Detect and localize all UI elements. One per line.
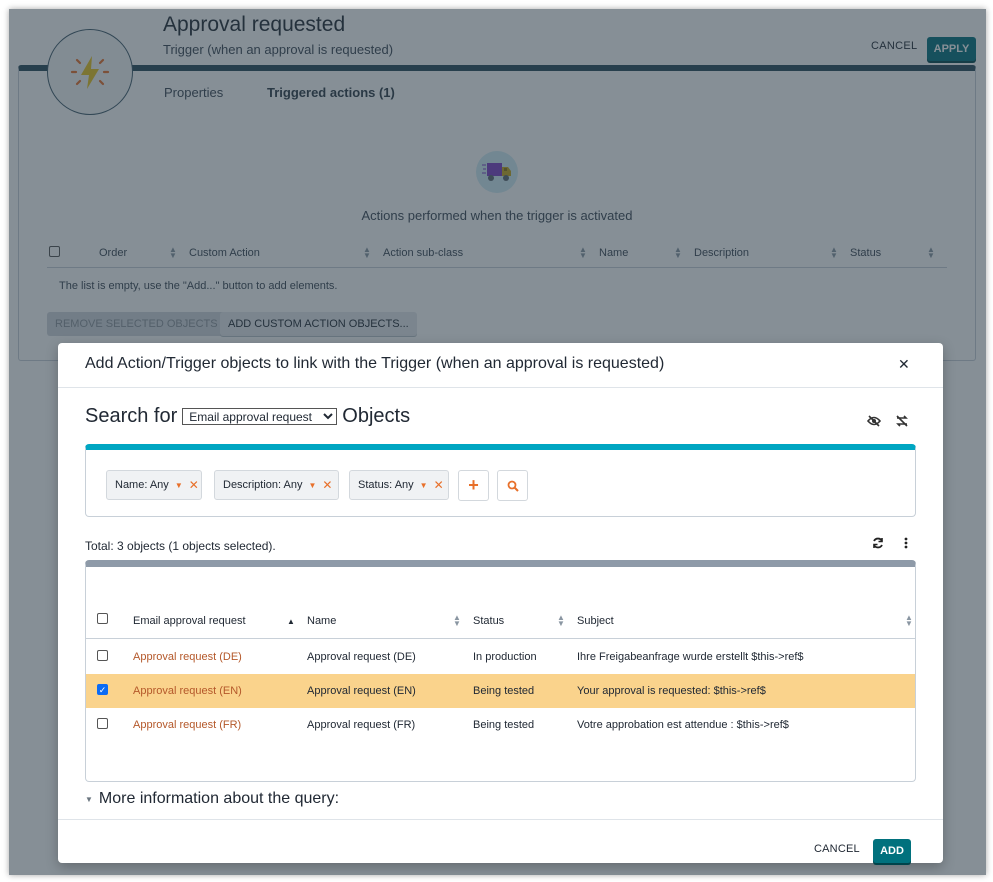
- select-all-checkbox[interactable]: [97, 613, 108, 624]
- caret-down-icon: ▼: [85, 794, 93, 804]
- divider: [58, 387, 943, 388]
- caret-down-icon[interactable]: ▼: [420, 481, 428, 490]
- cell-name: Approval request (DE): [307, 651, 416, 663]
- search-suffix: Objects: [342, 405, 411, 427]
- search-icon: [507, 480, 519, 492]
- row-checkbox[interactable]: ✓: [97, 684, 108, 695]
- dialog-title: Add Action/Trigger objects to link with …: [85, 355, 665, 372]
- criterion-description[interactable]: Description: Any ▼ ✕: [214, 470, 339, 500]
- sort-icon[interactable]: ▲▼: [453, 614, 461, 628]
- remove-criterion-icon[interactable]: ✕: [189, 478, 199, 492]
- cell-subject: Votre approbation est attendue : $this->…: [577, 719, 789, 731]
- add-criterion-button[interactable]: +: [458, 470, 489, 501]
- cell-status: Being tested: [473, 685, 535, 697]
- cell-subject: Your approval is requested: $this->ref$: [577, 685, 766, 697]
- search-heading: Search for Email approval request Object…: [85, 405, 410, 428]
- column-subject[interactable]: Subject: [577, 615, 614, 627]
- close-icon[interactable]: ✕: [898, 357, 910, 371]
- sort-icon[interactable]: ▲▼: [557, 614, 565, 628]
- app-window: Properties Triggered actions (1) Actions…: [9, 9, 986, 875]
- dialog-cancel-button[interactable]: CANCEL: [814, 843, 860, 855]
- remove-criterion-icon[interactable]: ✕: [322, 478, 332, 492]
- eye-slash-icon[interactable]: [866, 413, 882, 429]
- object-link[interactable]: Approval request (FR): [133, 719, 241, 731]
- cell-status: Being tested: [473, 719, 535, 731]
- sort-asc-icon[interactable]: ▲: [287, 617, 295, 626]
- dialog-add-button[interactable]: ADD: [873, 839, 911, 863]
- object-link[interactable]: Approval request (EN): [133, 685, 242, 697]
- criterion-name[interactable]: Name: Any ▼ ✕: [106, 470, 202, 500]
- row-checkbox[interactable]: [97, 650, 108, 661]
- remove-criterion-icon[interactable]: ✕: [434, 478, 444, 492]
- sync-off-icon[interactable]: [894, 413, 910, 429]
- results-table-header: Email approval request ▲ Name ▲ ▼ Status …: [86, 603, 915, 639]
- cell-name: Approval request (FR): [307, 719, 416, 731]
- cell-name: Approval request (EN): [307, 685, 416, 697]
- object-link[interactable]: Approval request (DE): [133, 651, 242, 663]
- object-class-select[interactable]: Email approval request: [182, 408, 338, 425]
- criterion-status[interactable]: Status: Any ▼ ✕: [349, 470, 449, 500]
- table-row[interactable]: ✓ Approval request (EN) Approval request…: [86, 674, 915, 708]
- results-total: Total: 3 objects (1 objects selected).: [85, 539, 276, 553]
- search-prefix: Search for: [85, 405, 178, 427]
- results-table: Email approval request ▲ Name ▲ ▼ Status …: [85, 560, 916, 782]
- column-email-approval-request[interactable]: Email approval request: [133, 615, 246, 627]
- column-status[interactable]: Status: [473, 615, 504, 627]
- search-criteria-area: Name: Any ▼ ✕ Description: Any ▼ ✕ Statu…: [85, 444, 916, 517]
- cell-subject: Ihre Freigabeanfrage wurde erstellt $thi…: [577, 651, 804, 663]
- row-checkbox[interactable]: [97, 718, 108, 729]
- caret-down-icon[interactable]: ▼: [175, 481, 183, 490]
- sort-icon[interactable]: ▲▼: [905, 614, 913, 628]
- search-button[interactable]: [497, 470, 528, 501]
- more-info-toggle[interactable]: ▼ More information about the query:: [85, 790, 339, 808]
- table-row[interactable]: Approval request (DE) Approval request (…: [86, 640, 915, 674]
- more-options-icon[interactable]: [901, 536, 911, 550]
- table-row[interactable]: Approval request (FR) Approval request (…: [86, 708, 915, 742]
- refresh-icon[interactable]: [871, 536, 885, 550]
- link-objects-dialog: Add Action/Trigger objects to link with …: [58, 343, 943, 863]
- divider: [58, 819, 943, 820]
- column-name[interactable]: Name: [307, 615, 336, 627]
- plus-icon: +: [468, 475, 479, 495]
- cell-status: In production: [473, 651, 537, 663]
- caret-down-icon[interactable]: ▼: [308, 481, 316, 490]
